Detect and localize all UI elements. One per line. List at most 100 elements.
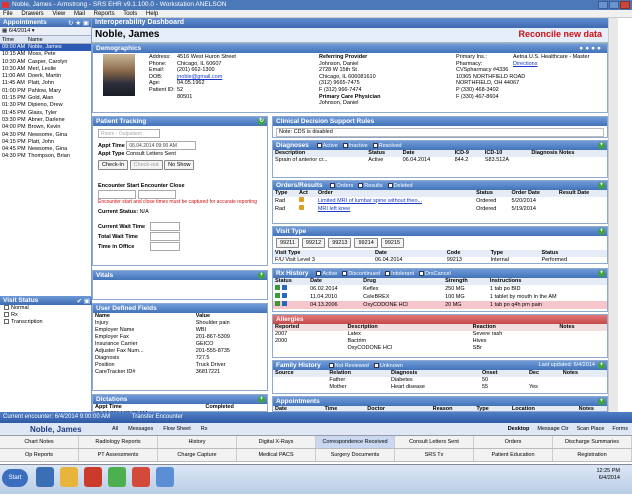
checkbox-icon[interactable] [387, 183, 393, 189]
visit-status-tools-icon[interactable]: ✔ ▣ [77, 297, 90, 306]
table-row[interactable]: Rad MRI left knee Ordered 5/19/2014 [273, 205, 607, 213]
refresh-icon[interactable]: ↻ ★ ▣ [68, 19, 89, 28]
filter-checkbox[interactable]: Unknown [373, 363, 403, 369]
table-row[interactable]: CareTracker ID# 36817221 [93, 369, 267, 376]
toolbar-right-message-ctr[interactable]: Message Ctr [537, 426, 568, 432]
table-row[interactable]: Father Diabetes 50 [273, 377, 607, 384]
toolbar-right-forms[interactable]: Forms [612, 426, 628, 432]
room-select[interactable]: Room - Outpatient [98, 129, 160, 138]
column-header[interactable]: Status [539, 250, 607, 257]
add-rx-icon[interactable]: + [598, 270, 605, 277]
appointment-row[interactable]: 04:00 PM Brown, Kevin [0, 124, 91, 131]
column-header[interactable]: Order Date [509, 190, 556, 197]
appointment-row[interactable]: 04:45 PM Newsome, Gina [0, 146, 91, 153]
column-header[interactable]: Notes [561, 370, 607, 377]
appointment-row[interactable]: 11:45 AM Platt, John [0, 80, 91, 87]
column-header[interactable]: Date [373, 250, 445, 257]
reconcile-link[interactable]: Reconcile new data [518, 29, 602, 39]
drawer-tab-radiology-reports[interactable]: Radiology Reports [79, 436, 158, 448]
drawer-tab-digital-x-rays[interactable]: Digital X-Rays [237, 436, 316, 448]
appointment-row[interactable]: 01:45 PM Glass, Tyler [0, 110, 91, 117]
col-time[interactable]: Time [0, 36, 28, 43]
filter-checkbox[interactable]: Inactive [342, 143, 368, 149]
drawer-tab-srs-tx[interactable]: SRS Tx [395, 449, 474, 461]
table-row[interactable]: 2007 Latex Severe rash [273, 331, 607, 338]
encounter-start-field[interactable] [98, 190, 136, 199]
checkbox-icon[interactable] [373, 363, 379, 369]
appointment-row[interactable]: 04:30 PM Thompson, Brian [0, 153, 91, 160]
tracking-refresh-icon[interactable]: ↻ [258, 118, 265, 125]
ie2-icon[interactable] [156, 467, 174, 487]
column-header[interactable]: Instructions [488, 278, 607, 285]
srs-app-icon[interactable] [84, 467, 102, 487]
filter-checkbox[interactable]: Active [316, 271, 337, 277]
demographics-tools-icon[interactable]: ●●●● [579, 44, 603, 53]
column-header[interactable]: Strength [443, 278, 488, 285]
chrome-icon[interactable] [108, 467, 126, 487]
appointment-row[interactable]: 03:30 PM Abner, Darlene [0, 117, 91, 124]
visit-code-button[interactable]: 99214 [354, 238, 378, 248]
table-row[interactable]: Sprain of anterior cr... Active 06.04.2014… [273, 157, 607, 164]
check-out-button[interactable]: Check-out [129, 160, 163, 170]
checkbox-icon[interactable] [316, 271, 322, 277]
table-row[interactable]: 04.13.2006 OxyCODONE HCl 20 MG 1 tab po q4h… [273, 301, 607, 309]
srs-ehr-icon[interactable] [132, 467, 150, 487]
table-row[interactable]: 11.04.2010 CeleBREX 100 MG 1 tablet by mout… [273, 293, 607, 301]
column-header[interactable]: Date [401, 150, 453, 157]
date-dropdown-icon[interactable]: ▾ [32, 28, 35, 34]
column-header[interactable]: Type [489, 250, 540, 257]
column-header[interactable]: Act [297, 190, 316, 197]
drawer-tab-patient-education[interactable]: Patient Education [474, 449, 553, 461]
appt-time-field[interactable]: 06.04.2014 09:00 AM [126, 141, 197, 150]
visit-status-transcription[interactable]: Transcription [0, 319, 92, 326]
menu-help[interactable]: Help [146, 11, 158, 17]
column-header[interactable]: Visit Type [273, 250, 373, 257]
checkbox-icon[interactable] [328, 363, 334, 369]
column-header[interactable]: Onset [480, 370, 527, 377]
checkbox-icon[interactable] [342, 143, 348, 149]
encounter-close-field[interactable] [137, 190, 176, 199]
visit-code-button[interactable]: 99215 [380, 238, 405, 248]
close-button[interactable] [620, 1, 630, 9]
column-header[interactable]: ICD-10 [483, 150, 529, 157]
appointment-row[interactable]: 04:30 PM Newsome, Gina [0, 132, 91, 139]
checkbox[interactable] [4, 305, 9, 311]
visit-code-button[interactable]: 99211 [276, 238, 299, 248]
checkbox[interactable] [4, 319, 9, 325]
rx-status-icons[interactable] [273, 301, 309, 309]
column-header[interactable]: Relation [327, 370, 389, 377]
table-row[interactable]: Employer Fax 201-867-5309 [93, 334, 267, 341]
toolbar-right-scan-place[interactable]: Scan Place [577, 426, 605, 432]
appointment-row[interactable]: 11:00 AM Doerk, Martin [0, 73, 91, 80]
visit-code-button[interactable]: 99212 [301, 238, 326, 248]
table-row[interactable]: Insurance Carrier GEICO [93, 341, 267, 348]
appointment-row[interactable]: 01:15 PM Gold, Alan [0, 95, 91, 102]
checkbox-icon[interactable] [358, 183, 364, 189]
drawer-tab-medical-pacs[interactable]: Medical PACS [237, 449, 316, 461]
toolbar-item-messages[interactable]: Messages [128, 426, 153, 432]
menu-tools[interactable]: Tools [123, 11, 137, 17]
filter-checkbox[interactable]: Active [316, 143, 338, 149]
column-header[interactable]: Status [474, 190, 509, 197]
filter-checkbox[interactable]: Resolved [372, 143, 402, 149]
menu-file[interactable]: File [3, 11, 13, 17]
folder-icon[interactable] [60, 467, 78, 487]
add-dictation-icon[interactable]: + [258, 396, 265, 403]
table-row[interactable]: F/U Visit Level 3 06.04.2014 99213 Internal… [273, 257, 607, 264]
no-show-button[interactable]: No Show [164, 160, 195, 170]
toolbar-right-desktop[interactable]: Desktop [508, 426, 530, 432]
column-header[interactable]: Reaction [471, 324, 558, 331]
table-row[interactable]: Mother Heart disease 55 Yes [273, 384, 607, 391]
menu-drawers[interactable]: Drawers [21, 11, 43, 17]
filter-checkbox[interactable]: Deleted [387, 183, 413, 189]
start-button[interactable]: Start [2, 469, 28, 487]
column-header[interactable]: Result Date [557, 190, 607, 197]
rx-status-icons[interactable] [273, 285, 308, 293]
vertical-scrollbar[interactable] [608, 18, 618, 412]
column-header[interactable]: Diagnosis Notes [529, 150, 607, 157]
visit-status-rx[interactable]: Rx [0, 312, 92, 319]
drawer-tab-orders[interactable]: Orders [474, 436, 553, 448]
table-row[interactable]: OxyCODONE HCl SBr [273, 345, 607, 352]
toolbar-item-all[interactable]: All [112, 426, 118, 432]
pharmacy-directions-link[interactable]: Directions [513, 61, 589, 68]
